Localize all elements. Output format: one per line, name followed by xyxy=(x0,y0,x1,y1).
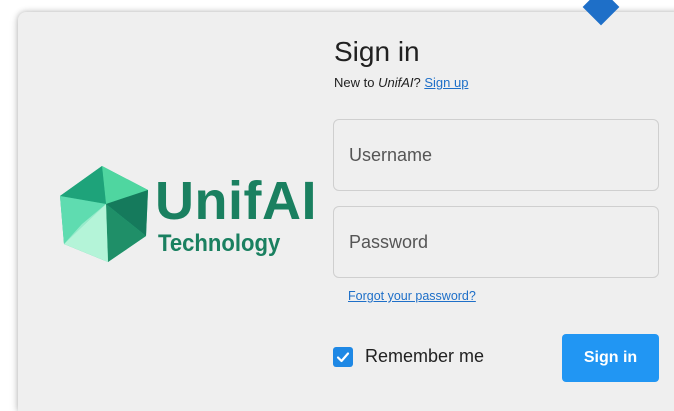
checkmark-icon xyxy=(336,351,350,362)
signup-prompt-brand: UnifAI xyxy=(378,75,414,90)
signup-prompt-suffix: ? xyxy=(413,75,425,90)
password-input[interactable] xyxy=(349,231,658,253)
signin-card: UnifAI Technology Sign in New to UnifAI?… xyxy=(18,0,674,411)
signup-prompt: New to UnifAI? Sign up xyxy=(334,76,468,89)
sign-in-button[interactable]: Sign in xyxy=(562,334,659,382)
page-title: Sign in xyxy=(334,36,420,67)
signup-prompt-prefix: New to xyxy=(334,75,379,90)
brand-tagline: Technology xyxy=(158,230,281,257)
remember-me[interactable]: Remember me xyxy=(333,346,484,367)
brand-logo: UnifAI Technology xyxy=(58,164,316,274)
faceted-gem-icon xyxy=(60,166,148,262)
brand-name: UnifAI xyxy=(155,171,317,231)
username-field[interactable] xyxy=(333,119,659,191)
remember-me-label: Remember me xyxy=(365,346,485,366)
username-input[interactable] xyxy=(349,144,658,166)
remember-me-checkbox[interactable] xyxy=(333,346,353,367)
password-field[interactable] xyxy=(333,206,659,278)
forgot-password-link[interactable]: Forgot your password? xyxy=(348,289,476,303)
signup-link[interactable]: Sign up xyxy=(424,75,468,90)
popover-pointer xyxy=(582,0,620,26)
